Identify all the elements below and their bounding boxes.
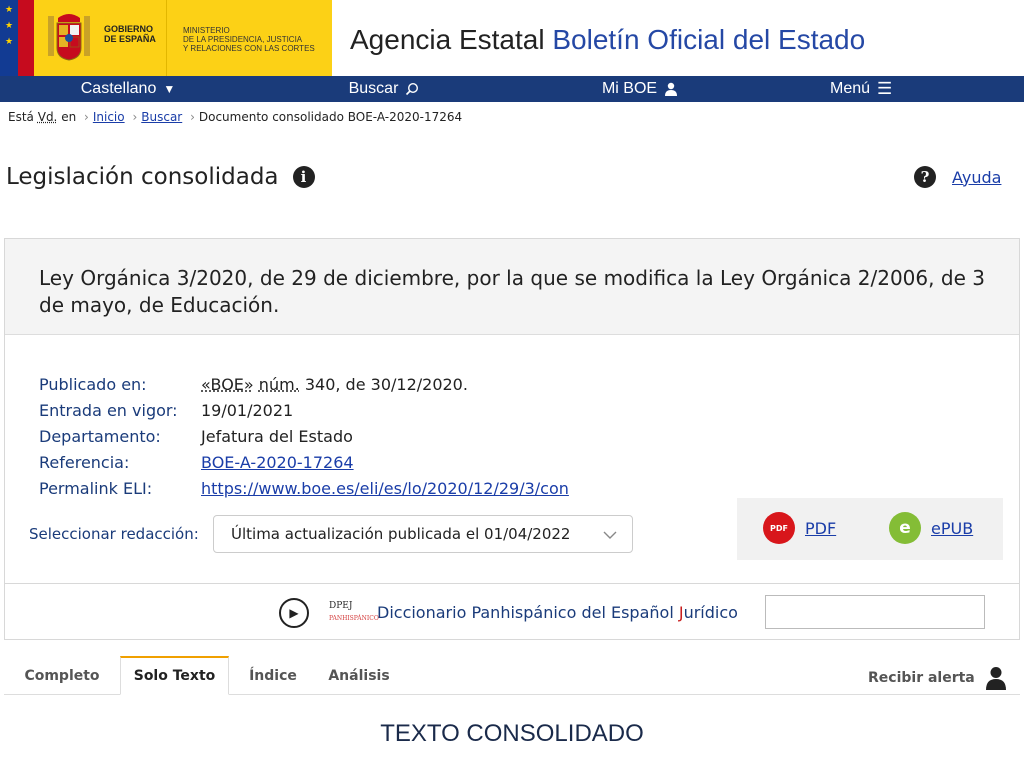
hamburger-icon: ☰ [877,79,893,98]
meta-label: Publicado en: [39,375,147,394]
caret-down-icon: ▼ [163,82,176,96]
document-card: Ley Orgánica 3/2020, de 29 de diciembre,… [4,238,1020,640]
nav-language[interactable]: Castellano ▼ [0,76,256,102]
eu-spain-flag: ★ ★ ★ [0,0,34,76]
nav-menu-label: Menú [830,80,871,97]
eu-flag-icon: ★ ★ ★ [0,0,18,76]
tab-solo-texto[interactable]: Solo Texto [120,656,229,695]
tab-completo[interactable]: Completo [4,656,120,695]
dictionary-label: Diccionario Panhispánico del Español Jur… [377,603,738,622]
nav-search[interactable]: Buscar [256,76,512,102]
document-metadata: Publicado en: «BOE» núm. 340, de 30/12/2… [39,372,569,502]
epub-download[interactable]: e ePUB [889,512,973,544]
nav-my-boe-label: Mi BOE [601,80,658,97]
breadcrumb-prefix: Está [8,110,34,124]
info-icon[interactable]: i [292,166,315,188]
published-rest: 340, de 30/12/2020. [304,375,468,394]
dpej-logo-sub: PANHISPÁNICO [329,615,379,622]
agency-prefix: Agencia Estatal [350,24,545,55]
breadcrumb-home-link[interactable]: Inicio [93,110,125,124]
pdf-icon: PDF [763,512,795,544]
breadcrumb-chevron-icon: › [132,110,138,124]
tab-indice[interactable]: Índice [229,656,317,695]
meta-label: Departamento: [39,427,161,446]
meta-published: Publicado en: «BOE» núm. 340, de 30/12/2… [39,372,569,398]
redaction-select[interactable]: Última actualización publicada el 01/04/… [213,515,633,553]
page-title-text: Legislación consolidada [6,164,279,190]
dictionary-text-before: Diccionario Panhispánico del Español [377,603,679,622]
agency-title[interactable]: Agencia Estatal Boletín Oficial del Esta… [350,24,865,56]
coat-of-arms-icon [48,14,90,61]
redaction-label: Seleccionar redacción: [29,525,199,543]
gobierno-line2: DE ESPAÑA [104,34,156,44]
gobierno-line1: GOBIERNO [104,24,154,34]
meta-permalink: Permalink ELI: https://www.boe.es/eli/es… [39,476,569,502]
meta-reference: Referencia: BOE-A-2020-17264 [39,450,569,476]
question-icon[interactable]: ? [914,166,936,188]
meta-department: Departamento: Jefatura del Estado [39,424,569,450]
user-icon [985,667,1006,690]
help-link[interactable]: Ayuda [952,168,1001,187]
download-box: PDF PDF e ePUB [737,498,1003,560]
chevron-down-icon [603,531,617,539]
nav-menu[interactable]: Menú ☰ [768,76,1024,102]
search-icon [406,82,419,96]
boe-abbr: «BOE» [201,375,254,394]
breadcrumb-chevron-icon: › [84,110,89,124]
meta-value: Jefatura del Estado [201,427,353,446]
ministerio-line2: DE LA PRESIDENCIA, JUSTICIA [183,35,303,44]
redaction-selected: Última actualización publicada el 01/04/… [231,525,571,543]
site-header: ★ ★ ★ GOBIERNO DE ESPAÑA MINISTERIO DE L… [0,0,1024,76]
agency-name: Boletín Oficial del Estado [552,24,866,55]
help: ? Ayuda [914,166,1001,188]
tab-analisis[interactable]: Análisis [317,656,401,695]
gobierno-text: GOBIERNO DE ESPAÑA [104,24,156,44]
user-icon [665,82,678,96]
ministerio-logo[interactable]: MINISTERIO DE LA PRESIDENCIA, JUSTICIA Y… [166,0,332,76]
gobierno-logo[interactable]: GOBIERNO DE ESPAÑA [34,0,166,76]
epub-icon: e [889,512,921,544]
receive-alert[interactable]: Recibir alerta [868,666,1007,690]
nav-my-boe[interactable]: Mi BOE [512,76,768,102]
epub-link[interactable]: ePUB [931,519,973,538]
breadcrumb-chevron-icon: › [190,110,195,124]
pdf-link[interactable]: PDF [805,519,836,538]
permalink-link[interactable]: https://www.boe.es/eli/es/lo/2020/12/29/… [201,476,569,502]
breadcrumb: Está Vd. en › Inicio › Buscar › Documento c… [8,110,462,124]
breadcrumb-search-link[interactable]: Buscar [141,110,182,124]
section-title: TEXTO CONSOLIDADO [380,720,644,747]
page-title: Legislación consolidada i [6,164,315,190]
meta-value: 19/01/2021 [201,401,294,420]
breadcrumb-current: Documento consolidado BOE-A-2020-17264 [198,110,463,124]
receive-alert-label: Recibir alerta [868,670,975,686]
meta-label: Permalink ELI: [39,479,153,498]
num-abbr: núm. [258,375,300,394]
ministerio-line3: Y RELACIONES CON LAS CORTES [183,44,315,53]
meta-label: Entrada en vigor: [39,401,178,420]
meta-entry: Entrada en vigor: 19/01/2021 [39,398,569,424]
reference-link[interactable]: BOE-A-2020-17264 [201,450,354,476]
breadcrumb-abbr: Vd. [37,110,58,124]
video-icon[interactable]: ▶ [279,598,309,628]
document-header: Ley Orgánica 3/2020, de 29 de diciembre,… [5,239,1019,335]
dictionary-bar: ▶ DPEJ PANHISPÁNICO Diccionario Panhispá… [5,583,1019,639]
pdf-download[interactable]: PDF PDF [763,512,836,544]
main-nav: Castellano ▼ Buscar Mi BOE Menú ☰ [0,76,1024,102]
dictionary-text-after: urídico [683,603,738,622]
dictionary-search-input[interactable] [765,595,985,629]
nav-search-label: Buscar [348,80,399,97]
breadcrumb-prefix-suffix: en [61,110,77,124]
dpej-logo-main: DPEJ [329,601,353,611]
nav-language-label: Castellano [80,80,157,97]
dpej-logo[interactable]: DPEJ PANHISPÁNICO [329,594,379,622]
meta-label: Referencia: [39,453,130,472]
ministerio-line1: MINISTERIO [183,26,230,35]
ministerio-text: MINISTERIO DE LA PRESIDENCIA, JUSTICIA Y… [183,26,315,53]
document-title: Ley Orgánica 3/2020, de 29 de diciembre,… [39,266,985,317]
meta-value: «BOE» núm. 340, de 30/12/2020. [201,372,468,398]
